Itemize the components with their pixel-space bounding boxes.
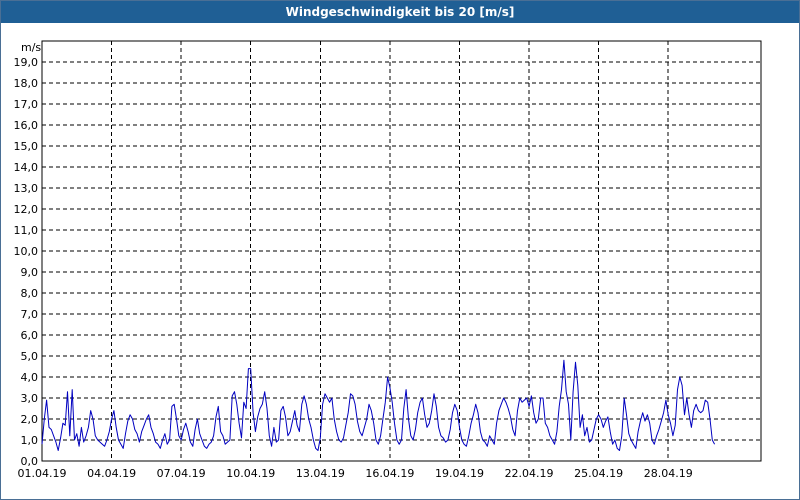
x-tick-label: 13.04.19 <box>296 467 345 480</box>
line-chart: 0,01,02,03,04,05,06,07,08,09,010,011,012… <box>14 40 762 480</box>
y-tick-label: 9,0 <box>21 266 39 279</box>
y-tick-label: 4,0 <box>21 371 39 384</box>
y-tick-label: 8,0 <box>21 287 39 300</box>
y-tick-label: 6,0 <box>21 329 39 342</box>
y-tick-label: 10,0 <box>14 245 39 258</box>
x-tick-label: 16.04.19 <box>365 467 414 480</box>
x-tick-label: 04.04.19 <box>87 467 136 480</box>
x-tick-label: 22.04.19 <box>505 467 554 480</box>
y-tick-label: 16,0 <box>14 119 39 132</box>
x-tick-label: 19.04.19 <box>435 467 484 480</box>
y-tick-label: 14,0 <box>14 161 39 174</box>
y-axis-unit-label: m/s <box>21 41 41 54</box>
x-tick-label: 07.04.19 <box>157 467 206 480</box>
y-tick-label: 19,0 <box>14 56 39 69</box>
x-tick-label: 25.04.19 <box>574 467 623 480</box>
y-tick-label: 12,0 <box>14 203 39 216</box>
y-tick-label: 3,0 <box>21 392 39 405</box>
y-tick-label: 17,0 <box>14 98 39 111</box>
x-tick-label: 01.04.19 <box>18 467 67 480</box>
x-tick-label: 10.04.19 <box>226 467 275 480</box>
y-tick-label: 7,0 <box>21 308 39 321</box>
y-tick-label: 2,0 <box>21 413 39 426</box>
y-tick-label: 18,0 <box>14 77 39 90</box>
x-tick-label: 28.04.19 <box>644 467 693 480</box>
y-tick-label: 13,0 <box>14 182 39 195</box>
y-tick-label: 15,0 <box>14 140 39 153</box>
y-tick-label: 1,0 <box>21 434 39 447</box>
y-tick-label: 5,0 <box>21 350 39 363</box>
y-tick-label: 11,0 <box>14 224 39 237</box>
chart-window: Windgeschwindigkeit bis 20 [m/s] 0,0 1,0 2… <box>0 0 800 500</box>
